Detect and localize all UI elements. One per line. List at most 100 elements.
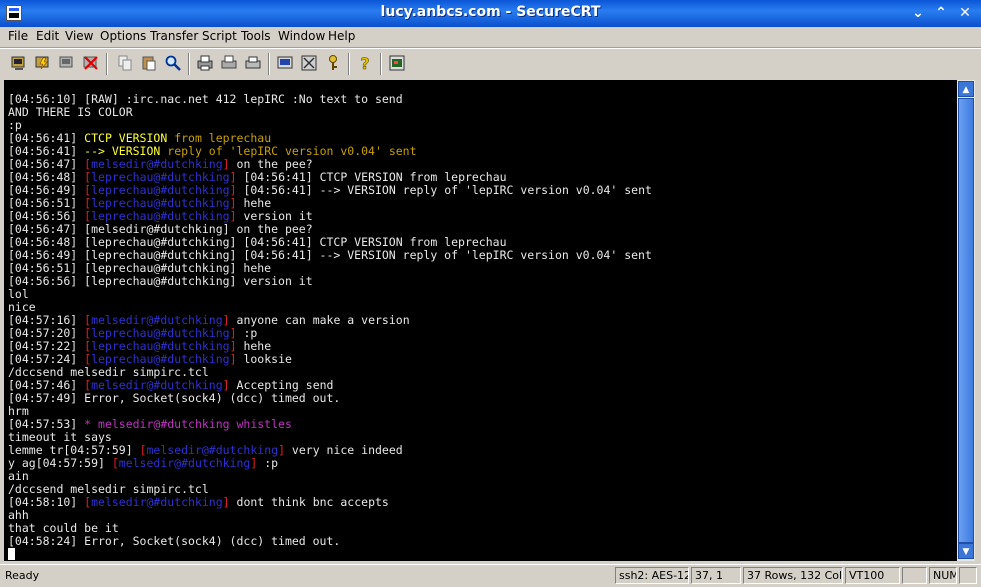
terminal-text-segment: ] — [229, 352, 237, 366]
terminal-line: [04:58:24] Error, Socket(sock4) (dcc) ti… — [8, 535, 652, 548]
close-icon[interactable]: ✕ — [955, 4, 975, 22]
global-options-icon[interactable] — [300, 54, 318, 72]
status-scroll — [959, 567, 977, 584]
paste-icon[interactable] — [140, 54, 158, 72]
terminal-text-segment: [04:56:41] --> VERSION reply of 'lepIRC … — [236, 183, 652, 197]
scroll-up-arrow-icon[interactable]: ▲ — [958, 81, 974, 97]
svg-text:?: ? — [360, 54, 369, 72]
terminal-text-segment: CTCP VERSION — [84, 131, 168, 145]
sftp-icon[interactable] — [388, 54, 406, 72]
menu-bar: File Edit View Options Transfer Script T… — [0, 27, 981, 48]
terminal-text-segment: ] — [278, 443, 285, 457]
status-terminal-type: VT100 — [845, 567, 900, 584]
terminal-text-segment: [04:56:56] [leprechau@#dutchking] versio… — [8, 274, 313, 288]
menu-tools[interactable]: Tools — [241, 29, 271, 43]
quick-connect-icon[interactable] — [34, 54, 52, 72]
terminal-area[interactable]: [04:56:10] [RAW] :irc.nac.net 412 lepIRC… — [4, 80, 957, 561]
terminal-text-segment: nice — [8, 300, 36, 314]
terminal-text-segment: melsedir@#dutchking — [91, 495, 223, 509]
terminal-line: y ag[04:57:59] [melsedir@#dutchking] :p — [8, 457, 652, 470]
terminal-text-segment: leprechau@#dutchking — [91, 209, 230, 223]
terminal-text-segment: leprechau@#dutchking — [91, 352, 230, 366]
terminal-text-segment: /dccsend melsedir simpirc.tcl — [8, 482, 209, 496]
terminal-prompt-line — [8, 548, 652, 561]
terminal-text-segment: leprechau@#dutchking — [91, 170, 230, 184]
terminal-line: AND THERE IS COLOR — [8, 106, 652, 119]
menu-script[interactable]: Script — [202, 29, 237, 43]
terminal-text-segment: ain — [8, 469, 29, 483]
print-icon[interactable] — [244, 54, 262, 72]
menu-window[interactable]: Window — [278, 29, 325, 43]
terminal-text-segment: [04:56:48] [leprechau@#dutchking] [04:56… — [8, 235, 507, 249]
status-terminal-size: 37 Rows, 132 Cols — [743, 567, 843, 584]
terminal-text-segment: :p — [257, 456, 279, 470]
connect-icon[interactable] — [10, 54, 28, 72]
terminal-text-segment: [ — [111, 456, 119, 470]
terminal-text-segment: :p — [8, 118, 22, 132]
terminal-text-segment: from leprechau — [167, 131, 272, 145]
vertical-scrollbar[interactable]: ▲ ▼ — [957, 80, 975, 561]
terminal-text-segment: [04:57:24] — [8, 352, 85, 366]
terminal-text-segment: --> VERSION — [84, 144, 161, 158]
menu-options[interactable]: Options — [100, 29, 146, 43]
terminal-text-segment: version it — [236, 209, 313, 223]
copy-icon[interactable] — [116, 54, 134, 72]
title-bar[interactable]: lucy.anbcs.com - SecureCRT ⌄ ⌃ ✕ — [0, 0, 981, 27]
status-bar: Ready ssh2: AES-128 37, 1 37 Rows, 132 C… — [0, 564, 981, 587]
scrollbar-thumb[interactable] — [958, 98, 974, 543]
terminal-text-segment: [04:56:41] — [8, 144, 85, 158]
status-caps — [902, 567, 927, 584]
terminal-line: [04:58:10] [melsedir@#dutchking] dont th… — [8, 496, 652, 509]
terminal-line: [04:57:49] Error, Socket(sock4) (dcc) ti… — [8, 392, 652, 405]
connect-in-tab-icon[interactable] — [58, 54, 76, 72]
maximize-chevron-icon[interactable]: ⌃ — [931, 4, 951, 22]
terminal-text-segment: [04:57:20] — [8, 326, 85, 340]
terminal-text-segment: ] — [222, 495, 230, 509]
terminal-text-segment: [04:56:51] [leprechau@#dutchking] hehe — [8, 261, 272, 275]
menu-transfer[interactable]: Transfer — [150, 29, 198, 43]
terminal-text-segment: [ — [139, 443, 147, 457]
terminal-text-segment: :p — [236, 326, 258, 340]
terminal-text-segment: [04:58:24] Error, Socket(sock4) (dcc) ti… — [8, 534, 341, 548]
terminal-text-segment: dont think bnc accepts — [229, 495, 389, 509]
print-selection-icon[interactable] — [220, 54, 238, 72]
terminal-text-segment: leprechau@#dutchking — [91, 326, 230, 340]
terminal-text-segment: reply of 'lepIRC version v0.04' sent — [160, 144, 417, 158]
terminal-text-segment: AND THERE IS COLOR — [8, 105, 133, 119]
disconnect-icon[interactable] — [82, 54, 100, 72]
menu-view[interactable]: View — [65, 29, 93, 43]
terminal-text-segment: on the pee? — [229, 157, 313, 171]
terminal-text-segment: ] — [229, 326, 237, 340]
terminal-text-segment: very nice indeed — [285, 443, 403, 457]
status-cipher: ssh2: AES-128 — [615, 567, 689, 584]
print-setup-icon[interactable] — [196, 54, 214, 72]
terminal-text-segment: [04:56:51] — [8, 196, 85, 210]
terminal-text-segment: ] — [222, 157, 230, 171]
terminal-text-segment: [04:56:56] — [8, 209, 85, 223]
minimize-chevron-icon[interactable]: ⌄ — [908, 4, 928, 22]
terminal-text-segment: hehe — [236, 196, 272, 210]
terminal-text-segment: [04:56:49] — [8, 183, 85, 197]
menu-file[interactable]: File — [8, 29, 28, 43]
terminal-text-segment: ] — [229, 209, 237, 223]
status-num: NUM — [929, 567, 957, 584]
toolbar-separator — [380, 53, 382, 75]
terminal-text-segment: [04:58:10] — [8, 495, 85, 509]
session-options-icon[interactable] — [276, 54, 294, 72]
toolbar-separator — [106, 53, 108, 75]
terminal-line: lol — [8, 288, 652, 301]
scroll-down-arrow-icon[interactable]: ▼ — [958, 543, 974, 559]
terminal-text-segment: [04:57:49] Error, Socket(sock4) (dcc) ti… — [8, 391, 341, 405]
terminal-text-segment: lemme tr[04:57:59] — [8, 443, 140, 457]
terminal-text-segment: ] — [229, 339, 237, 353]
help-icon[interactable]: ? — [356, 54, 374, 72]
terminal-text-segment: [04:56:41] — [8, 131, 85, 145]
terminal-cursor — [8, 548, 15, 560]
terminal-text-segment: [04:56:49] [leprechau@#dutchking] [04:56… — [8, 248, 652, 262]
menu-help[interactable]: Help — [328, 29, 355, 43]
find-icon[interactable] — [164, 54, 182, 72]
keymap-icon[interactable] — [324, 54, 342, 72]
menu-edit[interactable]: Edit — [36, 29, 59, 43]
terminal-text-segment: [04:57:53] — [8, 417, 85, 431]
terminal-text-segment: ] — [222, 378, 230, 392]
